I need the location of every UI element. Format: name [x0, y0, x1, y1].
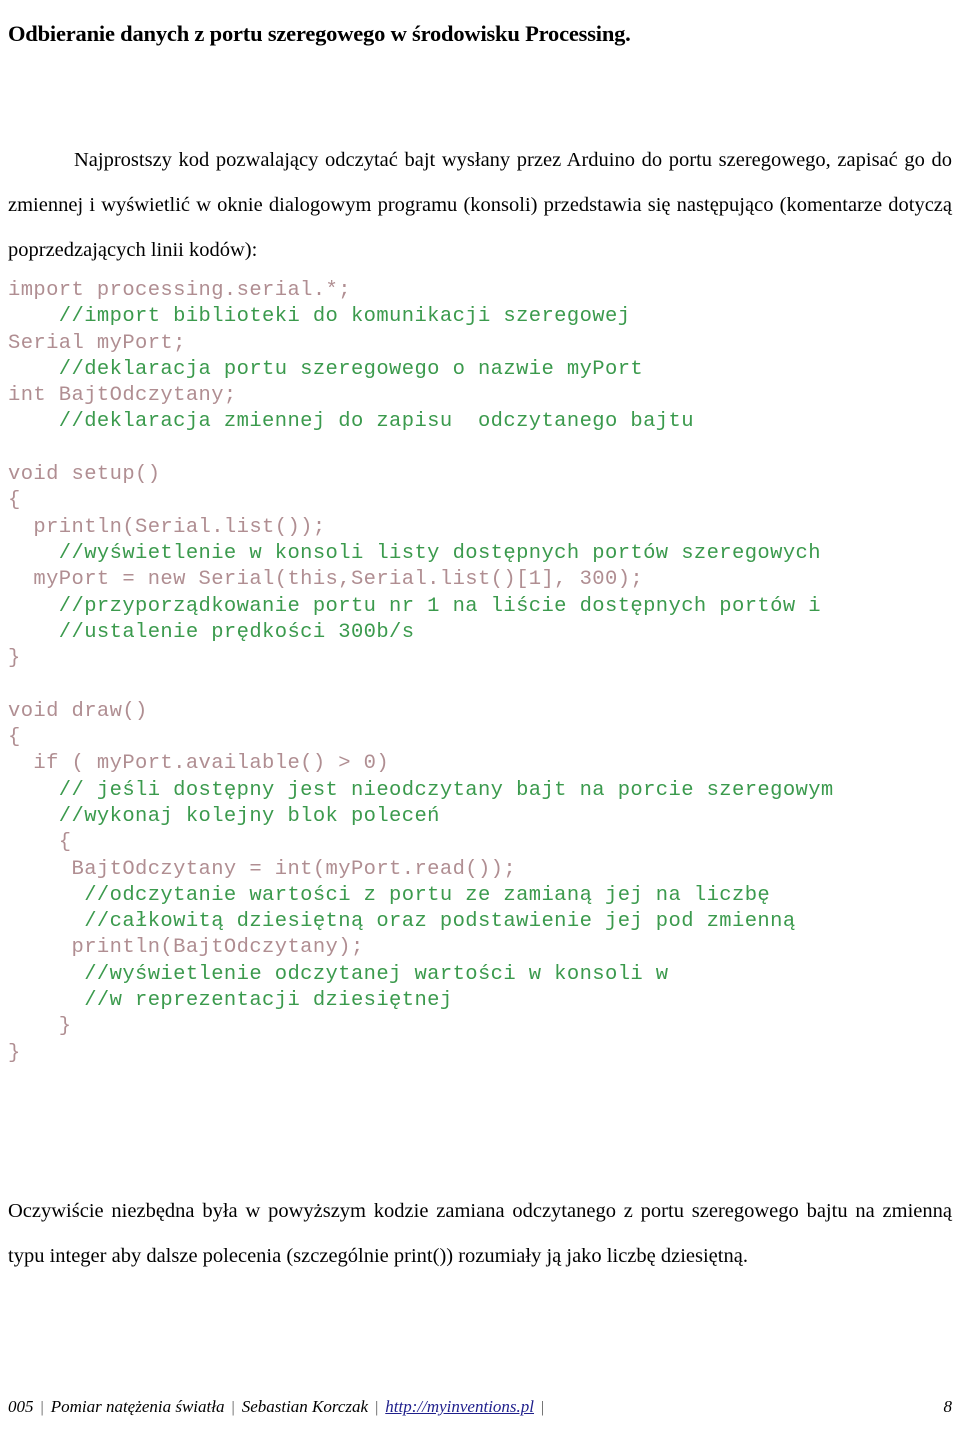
- footer-project: Pomiar natężenia światła: [50, 1397, 225, 1416]
- code-line: println(BajtOdczytany);: [8, 936, 364, 960]
- code-line: //deklaracja zmiennej do zapisu odczytan…: [8, 410, 694, 434]
- outro-paragraph: Oczywiście niezbędna była w powyższym ko…: [8, 1199, 952, 1267]
- code-line: BajtOdczytany = int(myPort.read());: [8, 857, 517, 881]
- footer-number: 005: [8, 1397, 34, 1416]
- page-title: Odbieranie danych z portu szeregowego w …: [8, 21, 631, 47]
- footer-page-number: 8: [943, 1397, 953, 1416]
- footer-separator-1: |: [40, 1399, 44, 1416]
- code-line: }: [8, 1041, 21, 1065]
- footer-left-group: 005 | Pomiar natężenia światła | Sebasti…: [8, 1397, 944, 1417]
- code-line: import processing.serial.*;: [8, 279, 351, 302]
- code-line: //przyporządkowanie portu nr 1 na liście…: [8, 594, 821, 618]
- code-line: println(Serial.list());: [8, 515, 326, 539]
- code-line: Serial myPort;: [8, 331, 186, 355]
- code-line: //import biblioteki do komunikacji szere…: [8, 305, 631, 329]
- code-line: //ustalenie prędkości 300b/s: [8, 620, 415, 644]
- code-line: //odczytanie wartości z portu ze zamianą…: [8, 883, 771, 907]
- code-line: myPort = new Serial(this,Serial.list()[1…: [8, 568, 644, 592]
- code-line: {: [8, 489, 21, 513]
- code-line: }: [8, 647, 21, 671]
- code-line: {: [8, 831, 72, 855]
- footer-url-link[interactable]: http://myinventions.pl: [385, 1397, 534, 1417]
- code-line: //całkowitą dziesiętną oraz podstawienie…: [8, 910, 796, 934]
- code-line: void draw(): [8, 699, 148, 723]
- code-line: }: [8, 1015, 72, 1039]
- code-line: int BajtOdczytany;: [8, 384, 237, 408]
- footer-separator-4: |: [541, 1399, 545, 1416]
- code-line: //wykonaj kolejny blok poleceń: [8, 804, 440, 828]
- footer-separator-3: |: [375, 1399, 379, 1416]
- code-line: //w reprezentacji dziesiętnej: [8, 989, 453, 1013]
- code-line: //deklaracja portu szeregowego o nazwie …: [8, 357, 644, 381]
- code-line: if ( myPort.available() > 0): [8, 752, 390, 776]
- code-line: {: [8, 726, 21, 750]
- code-line: //wyświetlenie w konsoli listy dostępnyc…: [8, 541, 821, 565]
- code-line: //wyświetlenie odczytanej wartości w kon…: [8, 962, 669, 986]
- footer-author: Sebastian Korczak: [241, 1397, 369, 1416]
- intro-paragraph: Najprostszy kod pozwalający odczytać baj…: [8, 148, 952, 261]
- code-line: void setup(): [8, 463, 161, 487]
- footer: 005 | Pomiar natężenia światła | Sebasti…: [8, 1397, 952, 1427]
- code-line: // jeśli dostępny jest nieodczytany bajt…: [8, 778, 834, 802]
- footer-separator-2: |: [231, 1399, 235, 1416]
- code-block: import processing.serial.*; //import bib…: [8, 278, 952, 1067]
- document-page: Odbieranie danych z portu szeregowego w …: [0, 0, 960, 1444]
